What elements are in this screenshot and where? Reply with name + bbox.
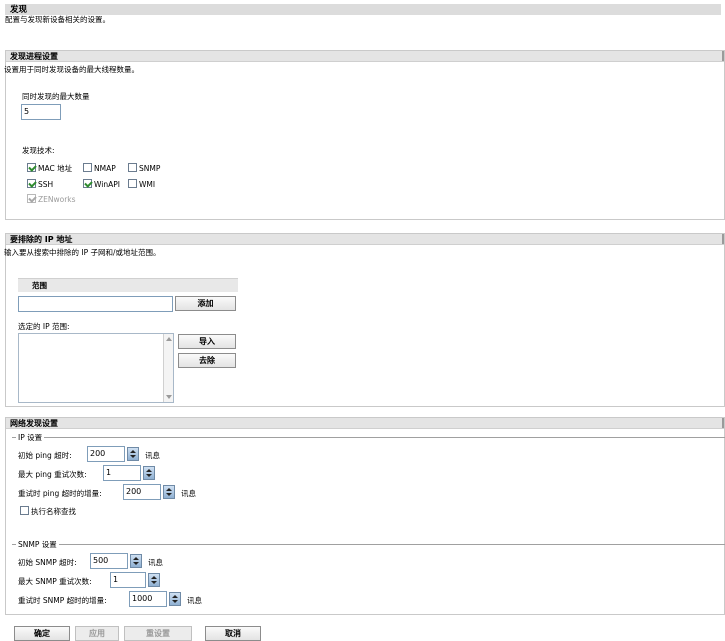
discovery-threads-description: 设置用于同时发现设备的最大线程数量。 bbox=[4, 65, 139, 74]
zenworks-label: ZENworks bbox=[38, 195, 76, 204]
name-lookup-option[interactable]: 执行名称查找 bbox=[20, 506, 76, 517]
import-button[interactable]: 导入 bbox=[178, 334, 236, 349]
ping-retries-spinner[interactable] bbox=[143, 466, 155, 480]
panel-edge bbox=[722, 51, 724, 61]
ping-increment-input[interactable]: 200 bbox=[123, 484, 161, 500]
tech-nmap[interactable]: NMAP bbox=[83, 163, 116, 173]
snmp-retries-spinner[interactable] bbox=[148, 573, 160, 587]
network-discovery-header: 网络发现设置 bbox=[6, 418, 724, 429]
mac-label: MAC 地址 bbox=[38, 164, 73, 173]
ping-retries-label: 最大 ping 重试次数: bbox=[18, 470, 87, 479]
tech-snmp[interactable]: SNMP bbox=[128, 163, 160, 173]
reset-button[interactable]: 重设置 bbox=[124, 626, 192, 641]
panel-edge bbox=[722, 234, 724, 244]
discovery-threads-panel: 发现进程设置 bbox=[5, 50, 725, 220]
range-input[interactable] bbox=[18, 296, 173, 312]
nmap-checkbox[interactable] bbox=[83, 163, 92, 172]
snmp-checkbox[interactable] bbox=[128, 163, 137, 172]
wmi-label: WMI bbox=[139, 180, 156, 189]
ip-settings-group bbox=[12, 437, 725, 438]
max-discovery-input[interactable]: 5 bbox=[21, 104, 61, 120]
ssh-label: SSH bbox=[38, 180, 54, 189]
tech-mac[interactable]: MAC 地址 bbox=[27, 163, 72, 174]
page-title: 发现 bbox=[10, 5, 28, 15]
snmp-retries-input[interactable]: 1 bbox=[110, 572, 146, 588]
ssh-checkbox[interactable] bbox=[27, 179, 36, 188]
snmp-timeout-label: 初始 SNMP 超时: bbox=[18, 558, 77, 567]
exclude-ip-description: 输入要从搜索中排除的 IP 子网和/或地址范围。 bbox=[4, 248, 161, 257]
range-header-label: 范围 bbox=[32, 281, 47, 290]
cancel-button[interactable]: 取消 bbox=[205, 626, 261, 641]
selected-ranges-label: 选定的 IP 范围: bbox=[18, 322, 70, 331]
discovery-threads-header: 发现进程设置 bbox=[6, 51, 724, 62]
ping-timeout-input[interactable]: 200 bbox=[87, 446, 125, 462]
mac-checkbox[interactable] bbox=[27, 163, 36, 172]
discovery-tech-label: 发现技术: bbox=[22, 146, 55, 155]
scroll-up-icon[interactable] bbox=[166, 337, 172, 341]
snmp-increment-unit: 讯息 bbox=[187, 596, 202, 605]
ping-timeout-label: 初始 ping 超时: bbox=[18, 451, 72, 460]
exclude-ip-header: 要排除的 IP 地址 bbox=[6, 234, 724, 245]
tech-wmi[interactable]: WMI bbox=[128, 179, 155, 189]
ping-increment-spinner[interactable] bbox=[163, 485, 175, 499]
snmp-retries-label: 最大 SNMP 重试次数: bbox=[18, 577, 92, 586]
page-subtitle: 配置与发现新设备相关的设置。 bbox=[5, 15, 110, 24]
range-header: 范围 bbox=[18, 278, 238, 292]
snmp-increment-input[interactable]: 1000 bbox=[129, 591, 167, 607]
name-lookup-checkbox[interactable] bbox=[20, 506, 29, 515]
ip-settings-legend: IP 设置 bbox=[16, 432, 45, 443]
panel-edge bbox=[722, 418, 724, 428]
ok-button[interactable]: 确定 bbox=[14, 626, 70, 641]
scroll-down-icon[interactable] bbox=[166, 395, 172, 399]
wmi-checkbox[interactable] bbox=[128, 179, 137, 188]
winapi-label: WinAPI bbox=[94, 180, 120, 189]
snmp-timeout-input[interactable]: 500 bbox=[90, 553, 128, 569]
snmp-increment-label: 重试时 SNMP 超时的增量: bbox=[18, 596, 107, 605]
ping-timeout-spinner[interactable] bbox=[127, 447, 139, 461]
tech-winapi[interactable]: WinAPI bbox=[83, 179, 120, 189]
remove-button[interactable]: 去除 bbox=[178, 353, 236, 368]
snmp-settings-legend: SNMP 设置 bbox=[16, 539, 59, 550]
snmp-settings-group bbox=[12, 544, 725, 545]
list-scrollbar[interactable] bbox=[163, 334, 173, 402]
tech-ssh[interactable]: SSH bbox=[27, 179, 53, 189]
snmp-label: SNMP bbox=[139, 164, 161, 173]
exclude-ip-title: 要排除的 IP 地址 bbox=[10, 235, 73, 244]
selected-ranges-list[interactable] bbox=[18, 333, 174, 403]
snmp-timeout-spinner[interactable] bbox=[130, 554, 142, 568]
winapi-checkbox[interactable] bbox=[83, 179, 92, 188]
add-button[interactable]: 添加 bbox=[175, 296, 236, 311]
ping-retries-input[interactable]: 1 bbox=[103, 465, 141, 481]
network-discovery-title: 网络发现设置 bbox=[10, 419, 58, 428]
discovery-threads-title: 发现进程设置 bbox=[10, 52, 58, 61]
snmp-timeout-unit: 讯息 bbox=[148, 558, 163, 567]
nmap-label: NMAP bbox=[94, 164, 116, 173]
ping-increment-unit: 讯息 bbox=[181, 489, 196, 498]
name-lookup-label: 执行名称查找 bbox=[31, 507, 76, 516]
tech-zenworks: ZENworks bbox=[27, 194, 76, 204]
apply-button[interactable]: 应用 bbox=[75, 626, 119, 641]
max-discovery-label: 同时发现的最大数量 bbox=[22, 92, 90, 101]
snmp-increment-spinner[interactable] bbox=[169, 592, 181, 606]
zenworks-checkbox bbox=[27, 194, 36, 203]
ping-timeout-unit: 讯息 bbox=[145, 451, 160, 460]
ping-increment-label: 重试时 ping 超时的增量: bbox=[18, 489, 102, 498]
page-title-bar: 发现 bbox=[5, 4, 721, 15]
